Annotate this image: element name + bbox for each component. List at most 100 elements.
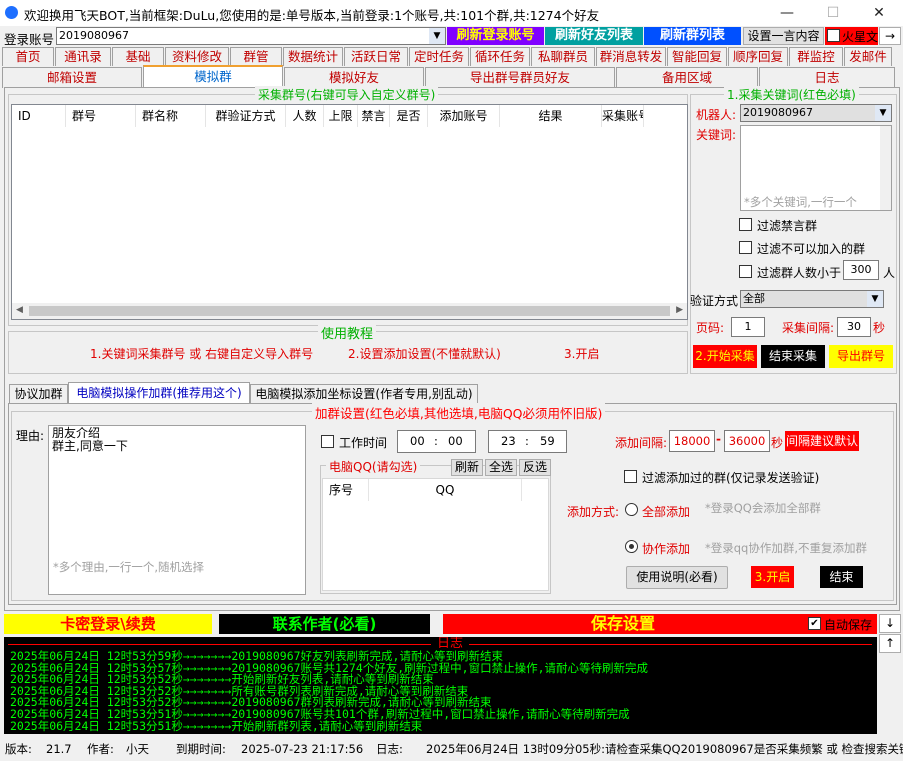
subtab-pc-simulate[interactable]: 电脑模拟操作加群(推荐用这个) [68,382,250,404]
auto-save-checkbox[interactable]: ✔ [808,617,821,630]
collect-table[interactable]: ID群号群名称群验证方式人数上限禁言是否添加账号结果采集账号 ◀ ▶ [11,104,688,320]
tab-smart-reply[interactable]: 智能回复 [667,47,727,66]
tab-backup[interactable]: 备用区域 [616,67,758,88]
log-panel[interactable]: 日志 2025年06月24日 12时53分59秒→→→→→→→201908096… [4,637,877,734]
tab-simulate-group[interactable]: 模拟群 [143,65,283,88]
tab-log[interactable]: 日志 [759,67,895,88]
tab-mail[interactable]: 发邮件 [844,47,892,66]
scroll-down-button[interactable]: ↓ [879,614,901,633]
tab-mailbox[interactable]: 邮箱设置 [2,67,142,88]
subtab-protocol[interactable]: 协议加群 [9,384,68,404]
arrow-button[interactable]: → [879,27,901,45]
work-time-checkbox[interactable] [321,435,334,448]
filter-banned-checkbox[interactable] [739,218,752,231]
tab-loop-task[interactable]: 循环任务 [470,47,530,66]
scroll-left-icon[interactable]: ◀ [16,305,23,315]
collect-col-header[interactable]: 采集账号 [602,105,644,127]
collect-col-header[interactable]: 群名称 [136,105,206,127]
usage-button[interactable]: 使用说明(必看) [626,566,728,589]
stop-join-button[interactable]: 结束 [820,566,863,588]
scroll-right-icon[interactable]: ▶ [676,305,683,315]
login-account-select[interactable]: 2019080967 ▼ [56,27,446,45]
tab-home[interactable]: 首页 [2,47,54,66]
add-interval-max[interactable]: 36000 [724,430,770,452]
pc-qq-invert-button[interactable]: 反选 [519,459,551,476]
contact-author-button[interactable]: 联系作者(必看) [219,614,430,634]
expire-value: 2025-07-23 21:17:56 [241,742,364,756]
fire-text-toggle[interactable]: 火星文 [825,27,878,45]
interval-input[interactable]: 30 [837,317,871,337]
maximize-button[interactable]: ☐ [810,0,856,26]
reason-placeholder: *多个理由,一行一个,随机选择 [53,560,205,574]
collect-col-header[interactable]: ID [12,105,66,127]
interval-label: 采集间隔: [782,321,835,335]
collect-col-header[interactable]: 群号 [66,105,136,127]
filter-added-checkbox[interactable] [624,470,637,483]
collect-col-header[interactable]: 是否 [390,105,428,127]
refresh-account-button[interactable]: 刷新登录账号 [447,27,544,45]
tab-simulate-friend[interactable]: 模拟好友 [284,67,424,88]
tab-private-chat[interactable]: 私聊群员 [531,47,595,66]
robot-select[interactable]: 2019080967 ▼ [740,104,892,122]
keyword-textarea[interactable]: *多个关键词,一行一个 [740,125,892,211]
members-unit: 人 [883,266,896,280]
close-button[interactable]: ✕ [856,0,902,26]
collect-scroll-thumb[interactable] [29,306,670,316]
tab-basic[interactable]: 基础 [112,47,164,66]
tab-forward[interactable]: 群消息转发 [596,47,666,66]
subtab-coordinate[interactable]: 电脑模拟添加坐标设置(作者专用,别乱动) [250,384,478,404]
pc-qq-select-all-button[interactable]: 全选 [485,459,517,476]
sub-tab-bar: 邮箱设置 模拟群 模拟好友 导出群号群员好友 备用区域 日志 [2,65,902,88]
page-input[interactable]: 1 [731,317,765,337]
stop-collect-button[interactable]: 结束采集 [761,345,825,368]
work-start-time[interactable]: 00 : 00 [397,430,476,453]
interval-default-button[interactable]: 间隔建议默认 [785,431,859,451]
minimize-button[interactable]: — [764,0,810,26]
collect-hscrollbar[interactable]: ◀ ▶ [12,303,687,319]
tab-export[interactable]: 导出群号群员好友 [425,67,615,88]
auto-save-toggle[interactable]: ✔ 自动保存 [803,614,877,634]
tab-profile[interactable]: 资料修改 [165,47,229,66]
tab-stats[interactable]: 数据统计 [283,47,343,66]
work-start-hour: 00 [410,434,425,448]
work-end-time[interactable]: 23 : 59 [488,430,567,453]
members-input[interactable]: 300 [843,260,879,280]
set-one-key-button[interactable]: 设置一言内容 [743,27,824,45]
export-groups-button[interactable]: 导出群号 [829,345,893,368]
collect-col-header[interactable]: 人数 [286,105,324,127]
fire-text-checkbox[interactable] [827,29,840,42]
fire-text-label: 火星文 [842,30,878,44]
work-start-minute: 00 [448,434,463,448]
pc-qq-table[interactable]: 序号 QQ [322,478,549,591]
save-settings-button[interactable]: 保存设置 [443,614,803,634]
reason-textarea[interactable]: 朋友介绍 群主,同意一下 *多个理由,一行一个,随机选择 [48,425,306,595]
add-interval-min[interactable]: 18000 [669,430,715,452]
status-bar: 版本: 21.7 作者: 小天 到期时间: 2025-07-23 21:17:5… [0,739,903,761]
mode-coop-radio[interactable] [625,540,638,553]
collect-col-header[interactable]: 群验证方式 [206,105,286,127]
collect-col-header[interactable]: 上限 [324,105,358,127]
open-join-button[interactable]: 3.开启 [751,566,794,588]
tab-timed-task[interactable]: 定时任务 [409,47,469,66]
card-login-button[interactable]: 卡密登录\续费 [4,614,212,634]
keyword-scrollbar[interactable] [880,126,891,210]
collect-col-header[interactable]: 结果 [500,105,602,127]
filter-cannot-join-checkbox[interactable] [739,241,752,254]
tab-sequence-reply[interactable]: 顺序回复 [728,47,788,66]
reason-text: 朋友介绍 群主,同意一下 [52,426,128,453]
scroll-up-button[interactable]: ↑ [879,634,901,653]
tab-contacts[interactable]: 通讯录 [55,47,111,66]
collect-col-header[interactable]: 添加账号 [428,105,500,127]
verify-select-value: 全部 [743,292,765,305]
verify-select[interactable]: 全部 ▼ [740,290,884,308]
refresh-groups-button[interactable]: 刷新群列表 [644,27,741,45]
tab-monitor[interactable]: 群监控 [789,47,843,66]
pc-qq-refresh-button[interactable]: 刷新 [451,459,483,476]
filter-members-checkbox[interactable] [739,265,752,278]
tab-group-admin[interactable]: 群管 [230,47,282,66]
tab-daily[interactable]: 活跃日常 [344,47,408,66]
start-collect-button[interactable]: 2.开始采集 [693,345,757,368]
mode-all-radio[interactable] [625,503,638,516]
collect-col-header[interactable]: 禁言 [358,105,390,127]
refresh-friends-button[interactable]: 刷新好友列表 [545,27,643,45]
